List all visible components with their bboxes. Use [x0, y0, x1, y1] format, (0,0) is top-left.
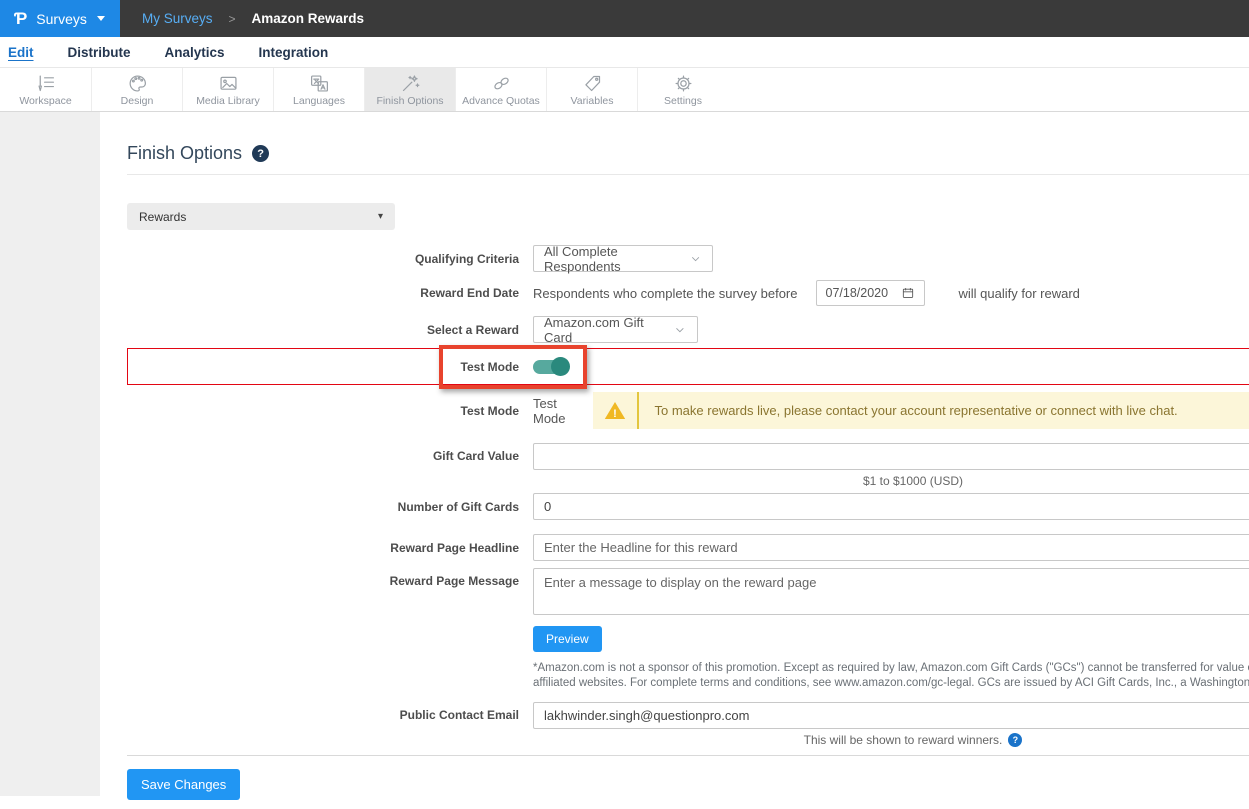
page-title: Finish Options — [127, 143, 242, 164]
calendar-icon — [901, 286, 915, 300]
bottom-divider — [127, 755, 1249, 756]
tab-distribute[interactable]: Distribute — [68, 45, 131, 60]
reward-page-message-textarea[interactable] — [533, 568, 1249, 615]
toolbar-label: Workspace — [19, 95, 71, 107]
test-mode-status-value: Test Mode — [533, 396, 566, 426]
magic-wand-icon — [400, 73, 421, 94]
surveys-product-dropdown[interactable]: Ƥ Surveys — [0, 0, 120, 37]
reward-page-message-label: Reward Page Message — [127, 568, 519, 595]
public-contact-email-helper: This will be shown to reward winners. — [804, 733, 1003, 747]
test-mode-toggle-label: Test Mode — [128, 360, 519, 374]
test-mode-highlight-band: Test Mode — [127, 348, 1249, 385]
toolbar-item-workspace[interactable]: Workspace — [0, 68, 91, 111]
gift-card-value-label: Gift Card Value — [127, 443, 519, 470]
tag-icon — [582, 73, 603, 94]
gear-icon — [673, 73, 694, 94]
breadcrumb: My Surveys > Amazon Rewards — [120, 0, 364, 37]
rewards-dropdown-value: Rewards — [139, 210, 186, 224]
page-body: Finish Options ? Rewards ▾ Qualifying Cr… — [0, 112, 1249, 809]
workspace-icon — [35, 73, 56, 94]
select-reward-select[interactable]: Amazon.com Gift Card — [533, 316, 698, 343]
toolbar-item-design[interactable]: Design — [91, 68, 182, 111]
tab-analytics[interactable]: Analytics — [165, 45, 225, 60]
product-name: Surveys — [36, 11, 87, 27]
toolbar-label: Languages — [293, 95, 345, 107]
select-reward-value: Amazon.com Gift Card — [544, 315, 673, 345]
reward-end-date-input[interactable]: 07/18/2020 — [816, 280, 925, 306]
qualifying-criteria-label: Qualifying Criteria — [127, 252, 519, 266]
gift-card-value-input[interactable] — [533, 443, 1249, 470]
top-header-bar: Ƥ Surveys My Surveys > Amazon Rewards — [0, 0, 1249, 37]
gift-card-value-helper: $1 to $1000 (USD) — [863, 474, 963, 488]
test-mode-toggle[interactable] — [533, 360, 568, 374]
title-divider — [127, 174, 1249, 175]
svg-text:!: ! — [613, 408, 617, 420]
help-icon[interactable]: ? — [252, 145, 269, 162]
toggle-knob-icon — [551, 357, 570, 376]
warning-triangle-icon: ! — [602, 399, 628, 423]
tab-edit[interactable]: Edit — [8, 45, 34, 60]
finish-options-panel: Finish Options ? Rewards ▾ Qualifying Cr… — [100, 112, 1249, 800]
palette-icon — [127, 73, 148, 94]
reward-end-date-prefix: Respondents who complete the survey befo… — [533, 286, 798, 301]
breadcrumb-current-survey: Amazon Rewards — [252, 11, 365, 26]
number-of-gift-cards-label: Number of Gift Cards — [127, 500, 519, 514]
chevron-down-icon — [673, 323, 687, 337]
public-contact-email-input[interactable] — [533, 702, 1249, 729]
toolbar-label: Advance Quotas — [462, 95, 540, 107]
help-icon[interactable]: ? — [1008, 733, 1022, 747]
chevron-down-icon — [689, 252, 702, 266]
toolbar-label: Settings — [664, 95, 702, 107]
reward-end-date-label: Reward End Date — [127, 286, 519, 300]
questionpro-logo-icon: Ƥ — [14, 9, 27, 29]
reward-end-date-value: 07/18/2020 — [826, 286, 889, 300]
caret-down-icon — [97, 16, 105, 21]
toolbar-item-settings[interactable]: Settings — [637, 68, 728, 111]
test-mode-status-label: Test Mode — [127, 404, 519, 418]
disclaimer-line-2: affiliated websites. For complete terms … — [533, 676, 1249, 691]
chain-link-icon — [491, 73, 512, 94]
toolbar-item-finish-options[interactable]: Finish Options — [364, 68, 455, 111]
preview-button[interactable]: Preview — [533, 626, 602, 652]
test-mode-warning-banner: ! To make rewards live, please contact y… — [593, 392, 1249, 429]
warning-text: To make rewards live, please contact you… — [639, 392, 1194, 429]
disclaimer-line-1: *Amazon.com is not a sponsor of this pro… — [533, 661, 1249, 676]
edit-toolbar: Workspace Design Media Library Languages… — [0, 68, 1249, 112]
breadcrumb-my-surveys[interactable]: My Surveys — [142, 11, 213, 26]
save-changes-button[interactable]: Save Changes — [127, 769, 240, 800]
image-icon — [218, 73, 239, 94]
tab-integration[interactable]: Integration — [259, 45, 329, 60]
breadcrumb-separator: > — [229, 12, 236, 26]
amazon-disclaimer: *Amazon.com is not a sponsor of this pro… — [533, 661, 1249, 690]
toolbar-item-languages[interactable]: Languages — [273, 68, 364, 111]
reward-page-headline-label: Reward Page Headline — [127, 541, 519, 555]
number-of-gift-cards-input[interactable] — [533, 493, 1249, 520]
left-gray-panel — [0, 112, 100, 796]
select-reward-label: Select a Reward — [127, 323, 519, 337]
translate-icon — [309, 73, 330, 94]
toolbar-item-variables[interactable]: Variables — [546, 68, 637, 111]
reward-page-headline-input[interactable] — [533, 534, 1249, 561]
toolbar-item-advance-quotas[interactable]: Advance Quotas — [455, 68, 546, 111]
toolbar-label: Design — [121, 95, 154, 107]
rewards-category-dropdown[interactable]: Rewards ▾ — [127, 203, 395, 230]
qualifying-criteria-select[interactable]: All Complete Respondents — [533, 245, 713, 272]
toolbar-item-media-library[interactable]: Media Library — [182, 68, 273, 111]
qualifying-criteria-value: All Complete Respondents — [544, 244, 689, 274]
toolbar-label: Variables — [571, 95, 614, 107]
reward-end-date-suffix: will qualify for reward — [959, 286, 1080, 301]
main-tab-bar: Edit Distribute Analytics Integration — [0, 37, 1249, 68]
public-contact-email-label: Public Contact Email — [127, 702, 519, 729]
toolbar-label: Media Library — [196, 95, 260, 107]
toolbar-label: Finish Options — [376, 95, 443, 107]
caret-down-icon: ▾ — [378, 211, 383, 222]
